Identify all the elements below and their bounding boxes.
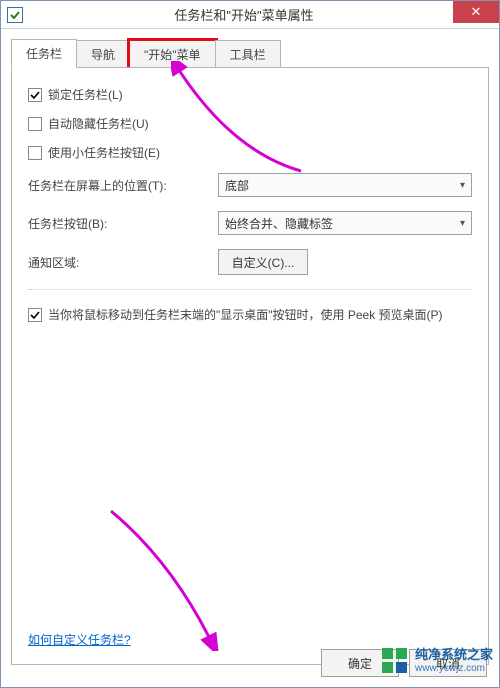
customize-button[interactable]: 自定义(C)... xyxy=(218,249,308,275)
autohide-label: 自动隐藏任务栏(U) xyxy=(48,115,149,132)
peek-checkbox[interactable] xyxy=(28,308,42,322)
tab-label: 任务栏 xyxy=(26,47,62,61)
watermark-logo-icon xyxy=(381,647,409,675)
watermark-name: 纯净系统之家 xyxy=(415,648,493,662)
autohide-checkbox[interactable] xyxy=(28,117,42,131)
app-icon xyxy=(7,7,23,23)
tab-taskbar[interactable]: 任务栏 xyxy=(11,39,77,68)
lock-taskbar-checkbox[interactable] xyxy=(28,88,42,102)
buttons-select[interactable]: 始终合并、隐藏标签 ▾ xyxy=(218,211,472,235)
customize-button-label: 自定义(C)... xyxy=(232,254,295,271)
buttons-value: 始终合并、隐藏标签 xyxy=(225,215,333,232)
close-button[interactable]: ✕ xyxy=(453,1,499,23)
lock-taskbar-label: 锁定任务栏(L) xyxy=(48,86,123,103)
titlebar: 任务栏和"开始"菜单属性 ✕ xyxy=(1,1,499,29)
tab-label: 工具栏 xyxy=(230,48,266,62)
notify-row: 通知区域: 自定义(C)... xyxy=(28,249,472,275)
ok-label: 确定 xyxy=(348,655,372,672)
tab-start-menu[interactable]: "开始"菜单 xyxy=(129,40,216,68)
tab-label: "开始"菜单 xyxy=(144,48,201,62)
position-row: 任务栏在屏幕上的位置(T): 底部 ▾ xyxy=(28,173,472,197)
position-value: 底部 xyxy=(225,177,249,194)
buttons-row: 任务栏按钮(B): 始终合并、隐藏标签 ▾ xyxy=(28,211,472,235)
lock-taskbar-row: 锁定任务栏(L) xyxy=(28,86,472,103)
smallbtn-row: 使用小任务栏按钮(E) xyxy=(28,144,472,161)
chevron-down-icon: ▾ xyxy=(460,218,465,229)
window-title: 任务栏和"开始"菜单属性 xyxy=(29,5,499,24)
help-link-text: 如何自定义任务栏? xyxy=(28,633,131,647)
autohide-row: 自动隐藏任务栏(U) xyxy=(28,115,472,132)
tabstrip: 任务栏 导航 "开始"菜单 工具栏 xyxy=(11,39,489,68)
smallbtn-checkbox[interactable] xyxy=(28,146,42,160)
watermark-url: www.ycwjz.com xyxy=(415,663,493,674)
tab-navigation[interactable]: 导航 xyxy=(76,40,130,68)
smallbtn-label: 使用小任务栏按钮(E) xyxy=(48,144,160,161)
notify-label: 通知区域: xyxy=(28,254,218,271)
position-select[interactable]: 底部 ▾ xyxy=(218,173,472,197)
peek-row: 当你将鼠标移动到任务栏末端的"显示桌面"按钮时，使用 Peek 预览桌面(P) xyxy=(28,306,472,325)
peek-label: 当你将鼠标移动到任务栏末端的"显示桌面"按钮时，使用 Peek 预览桌面(P) xyxy=(48,306,443,325)
tab-toolbars[interactable]: 工具栏 xyxy=(215,40,281,68)
watermark: 纯净系统之家 www.ycwjz.com xyxy=(381,647,493,675)
divider xyxy=(28,289,472,290)
properties-dialog: 任务栏和"开始"菜单属性 ✕ 任务栏 导航 "开始"菜单 工具栏 锁定任务栏(L… xyxy=(0,0,500,688)
position-label: 任务栏在屏幕上的位置(T): xyxy=(28,177,218,194)
tab-label: 导航 xyxy=(91,48,115,62)
help-link[interactable]: 如何自定义任务栏? xyxy=(28,631,131,648)
tab-panel: 锁定任务栏(L) 自动隐藏任务栏(U) 使用小任务栏按钮(E) 任务栏在屏幕上的… xyxy=(11,67,489,665)
chevron-down-icon: ▾ xyxy=(460,180,465,191)
buttons-label: 任务栏按钮(B): xyxy=(28,215,218,232)
close-icon: ✕ xyxy=(471,4,482,20)
